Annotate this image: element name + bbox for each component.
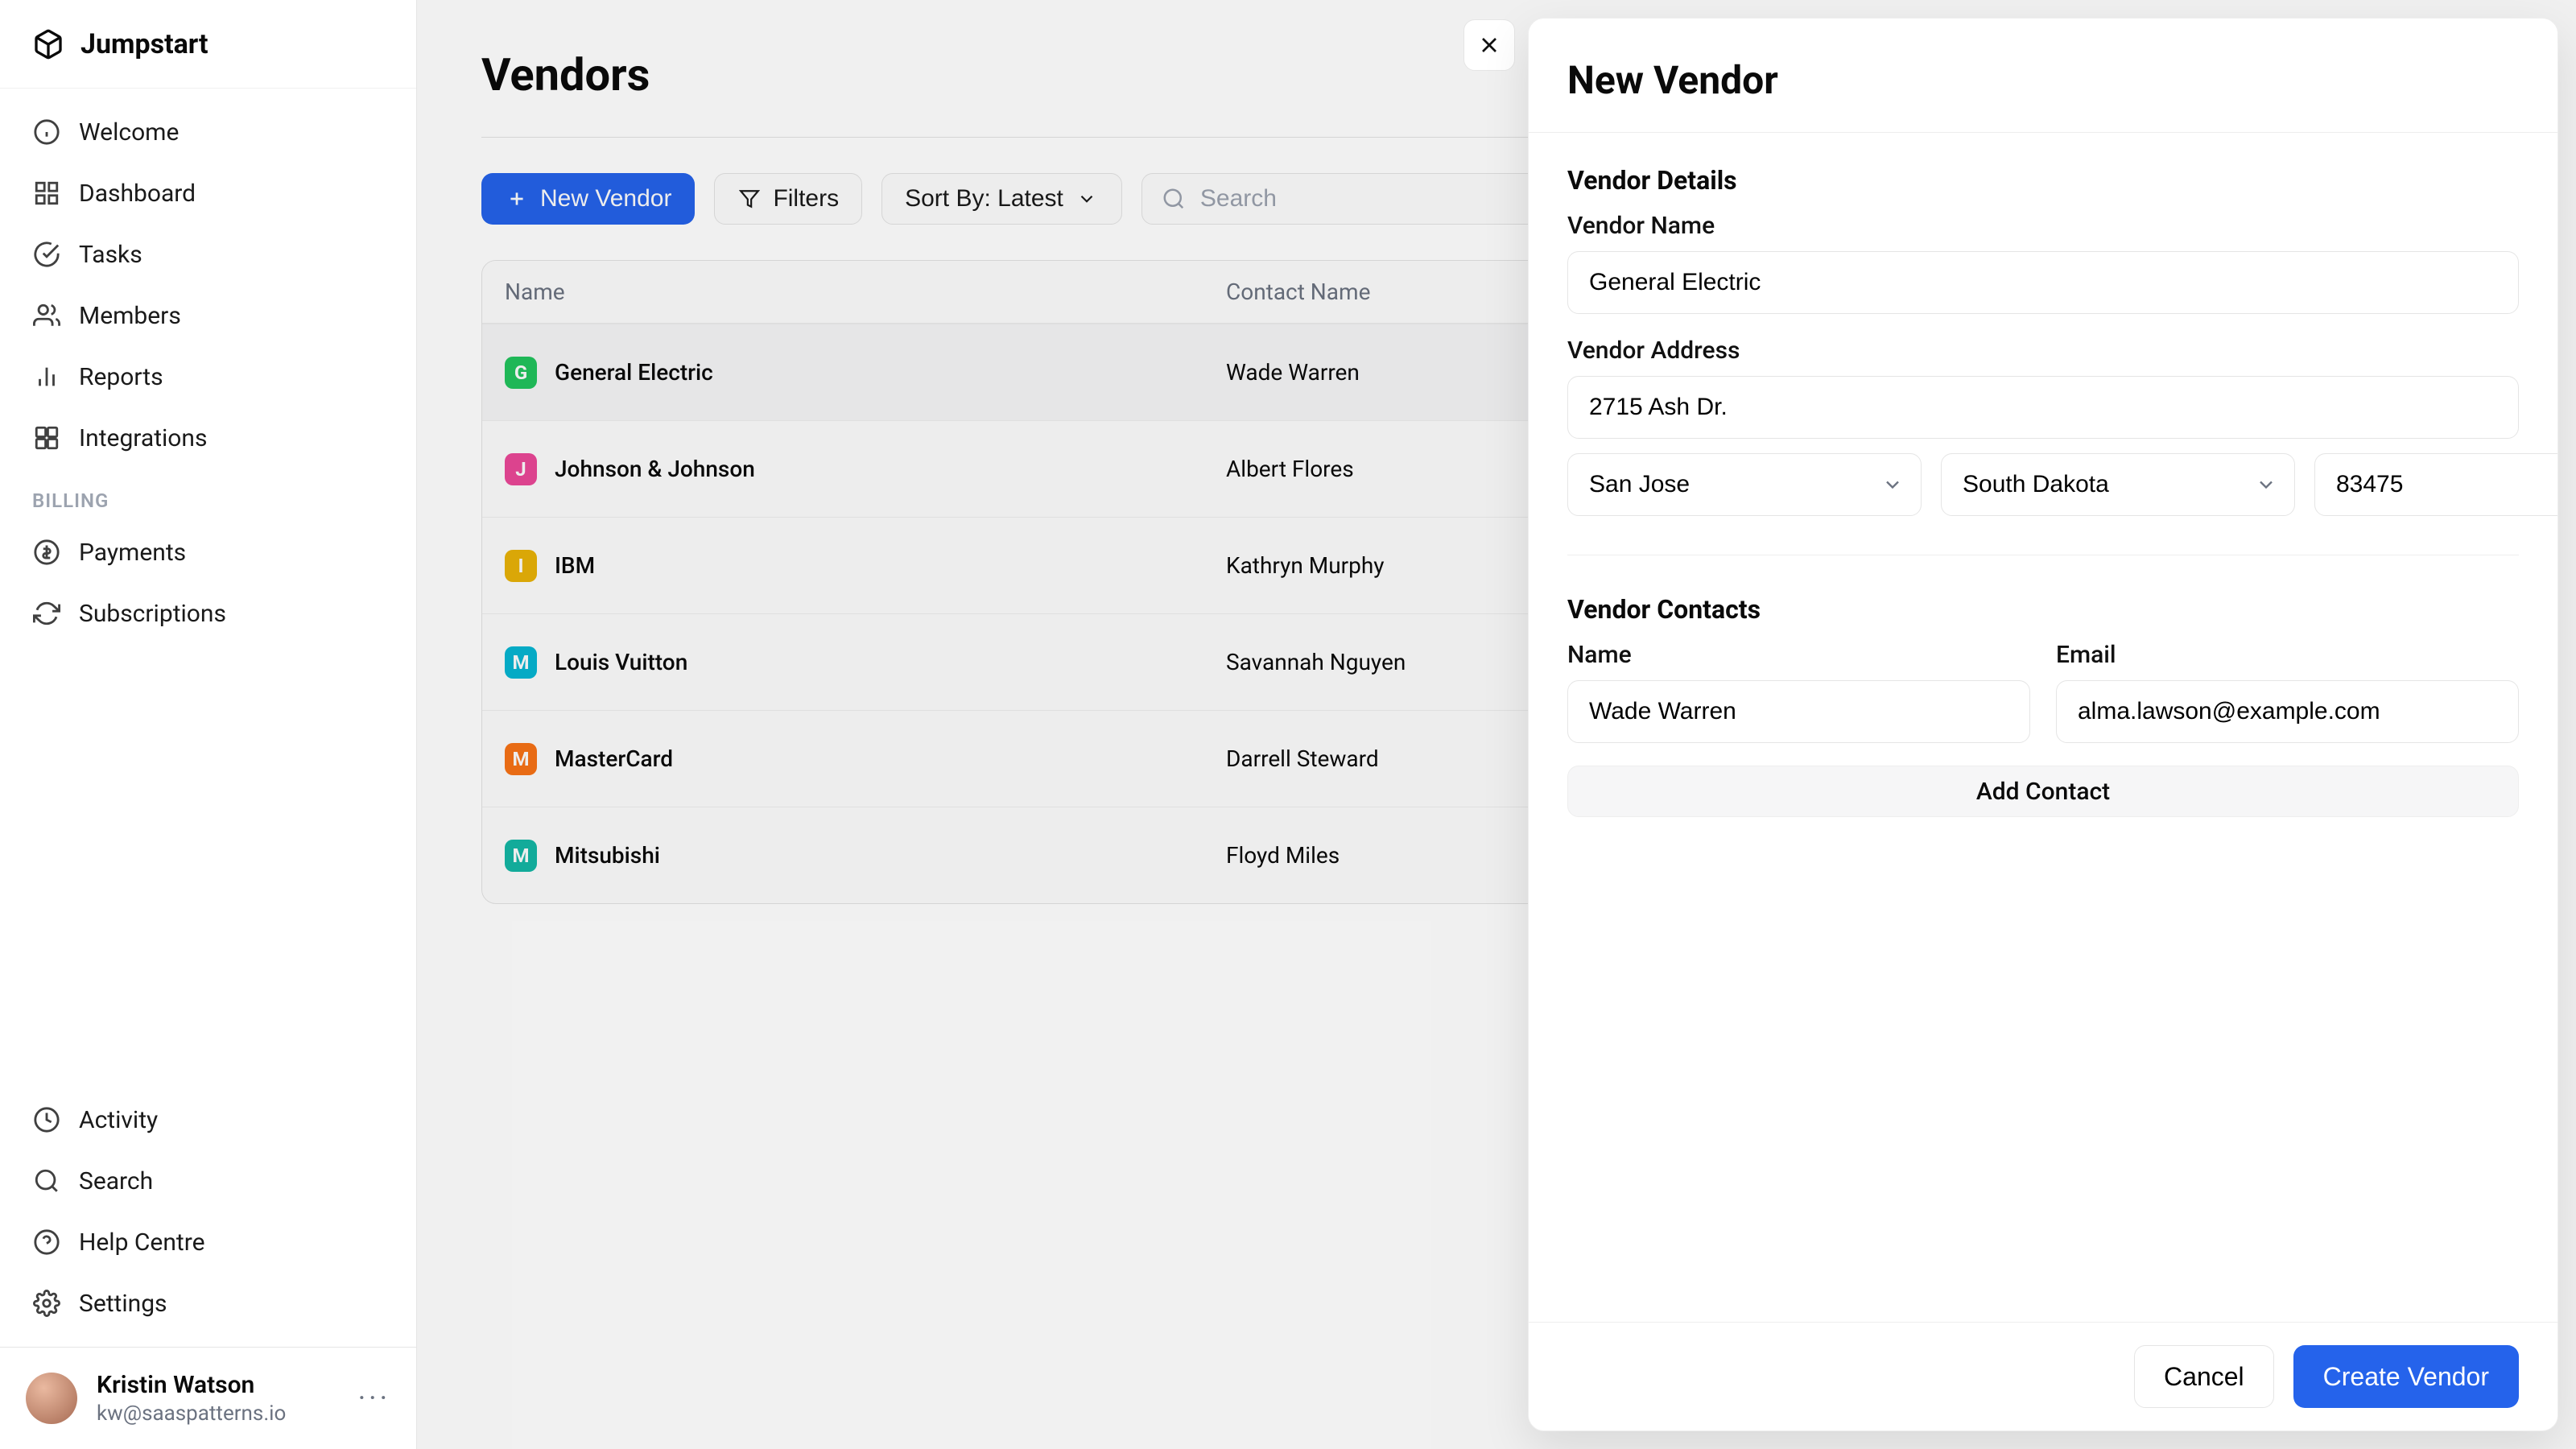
section-title: Vendor Contacts — [1567, 594, 2519, 625]
dashboard-icon — [32, 179, 61, 208]
vendor-name-label: Vendor Name — [1567, 212, 2519, 240]
sidebar-item-search[interactable]: Search — [18, 1152, 398, 1210]
sidebar-item-label: Search — [79, 1167, 153, 1195]
cancel-button[interactable]: Cancel — [2134, 1345, 2274, 1408]
contact-email-input[interactable] — [2056, 680, 2519, 743]
sidebar-item-members[interactable]: Members — [18, 287, 398, 345]
sidebar-item-label: Tasks — [79, 241, 142, 269]
sidebar-item-label: Dashboard — [79, 180, 196, 208]
contact-name-label: Name — [1567, 641, 2030, 669]
city-select[interactable] — [1567, 453, 1922, 516]
sidebar-item-label: Integrations — [79, 424, 207, 452]
refresh-icon — [32, 599, 61, 628]
users-icon — [32, 301, 61, 330]
sidebar-item-label: Members — [79, 302, 181, 330]
user-card: Kristin Watson kw@saaspatterns.io ··· — [0, 1347, 416, 1449]
more-icon[interactable]: ··· — [358, 1381, 390, 1415]
help-icon — [32, 1228, 61, 1257]
brand-name: Jumpstart — [80, 28, 208, 60]
sidebar-item-label: Subscriptions — [79, 600, 226, 628]
vendor-address-label: Vendor Address — [1567, 336, 2519, 365]
sidebar-item-subscriptions[interactable]: Subscriptions — [18, 584, 398, 642]
zip-input[interactable] — [2314, 453, 2557, 516]
sidebar: Jumpstart Welcome Dashboard Tasks Member… — [0, 0, 417, 1449]
avatar — [26, 1373, 77, 1424]
bar-chart-icon — [32, 362, 61, 391]
section-title: Vendor Details — [1567, 165, 2519, 196]
brand: Jumpstart — [0, 0, 416, 89]
user-email: kw@saaspatterns.io — [97, 1401, 286, 1427]
contact-name-input[interactable] — [1567, 680, 2030, 743]
sidebar-item-reports[interactable]: Reports — [18, 348, 398, 406]
user-meta: Kristin Watson kw@saaspatterns.io — [97, 1370, 286, 1426]
logo-icon — [32, 28, 64, 60]
new-vendor-drawer: New Vendor Vendor Details Vendor Name Ve… — [1528, 18, 2558, 1431]
drawer-footer: Cancel Create Vendor — [1529, 1322, 2557, 1430]
sidebar-item-label: Payments — [79, 539, 186, 567]
sidebar-nav-main: Welcome Dashboard Tasks Members Reports … — [0, 89, 416, 657]
sidebar-item-welcome[interactable]: Welcome — [18, 103, 398, 161]
state-select[interactable] — [1941, 453, 2295, 516]
button-label: Add Contact — [1976, 778, 2110, 806]
sidebar-item-label: Help Centre — [79, 1228, 205, 1257]
vendor-contacts-section: Vendor Contacts Name Email Add Contact — [1567, 594, 2519, 817]
sidebar-section-billing: BILLING — [18, 470, 398, 520]
sidebar-item-label: Activity — [79, 1106, 158, 1134]
sidebar-item-dashboard[interactable]: Dashboard — [18, 164, 398, 222]
sidebar-item-tasks[interactable]: Tasks — [18, 225, 398, 283]
grid-icon — [32, 423, 61, 452]
sidebar-item-integrations[interactable]: Integrations — [18, 409, 398, 467]
sidebar-nav-bottom: Activity Search Help Centre Settings — [0, 1076, 416, 1347]
gear-icon — [32, 1289, 61, 1318]
drawer-title: New Vendor — [1567, 57, 2519, 103]
close-button[interactable] — [1463, 19, 1515, 71]
dollar-icon — [32, 538, 61, 567]
create-vendor-button[interactable]: Create Vendor — [2293, 1345, 2519, 1408]
sidebar-item-label: Welcome — [79, 118, 179, 147]
sidebar-item-settings[interactable]: Settings — [18, 1274, 398, 1332]
sidebar-item-activity[interactable]: Activity — [18, 1091, 398, 1149]
sidebar-item-label: Settings — [79, 1290, 167, 1318]
search-icon — [32, 1166, 61, 1195]
drawer-body: Vendor Details Vendor Name Vendor Addres… — [1529, 133, 2557, 849]
vendor-address-input[interactable] — [1567, 376, 2519, 439]
chevron-down-icon — [2255, 473, 2277, 496]
clock-icon — [32, 1105, 61, 1134]
close-icon — [1476, 32, 1502, 58]
button-label: Cancel — [2164, 1362, 2244, 1392]
button-label: Create Vendor — [2323, 1362, 2489, 1392]
info-icon — [32, 118, 61, 147]
sidebar-item-label: Reports — [79, 363, 163, 391]
drawer-header: New Vendor — [1529, 19, 2557, 133]
sidebar-item-help[interactable]: Help Centre — [18, 1213, 398, 1271]
add-contact-button[interactable]: Add Contact — [1567, 766, 2519, 817]
chevron-down-icon — [1881, 473, 1904, 496]
check-circle-icon — [32, 240, 61, 269]
user-name: Kristin Watson — [97, 1370, 286, 1401]
vendor-name-input[interactable] — [1567, 251, 2519, 314]
vendor-details-section: Vendor Details Vendor Name Vendor Addres… — [1567, 165, 2519, 516]
sidebar-item-payments[interactable]: Payments — [18, 523, 398, 581]
contact-email-label: Email — [2056, 641, 2519, 669]
